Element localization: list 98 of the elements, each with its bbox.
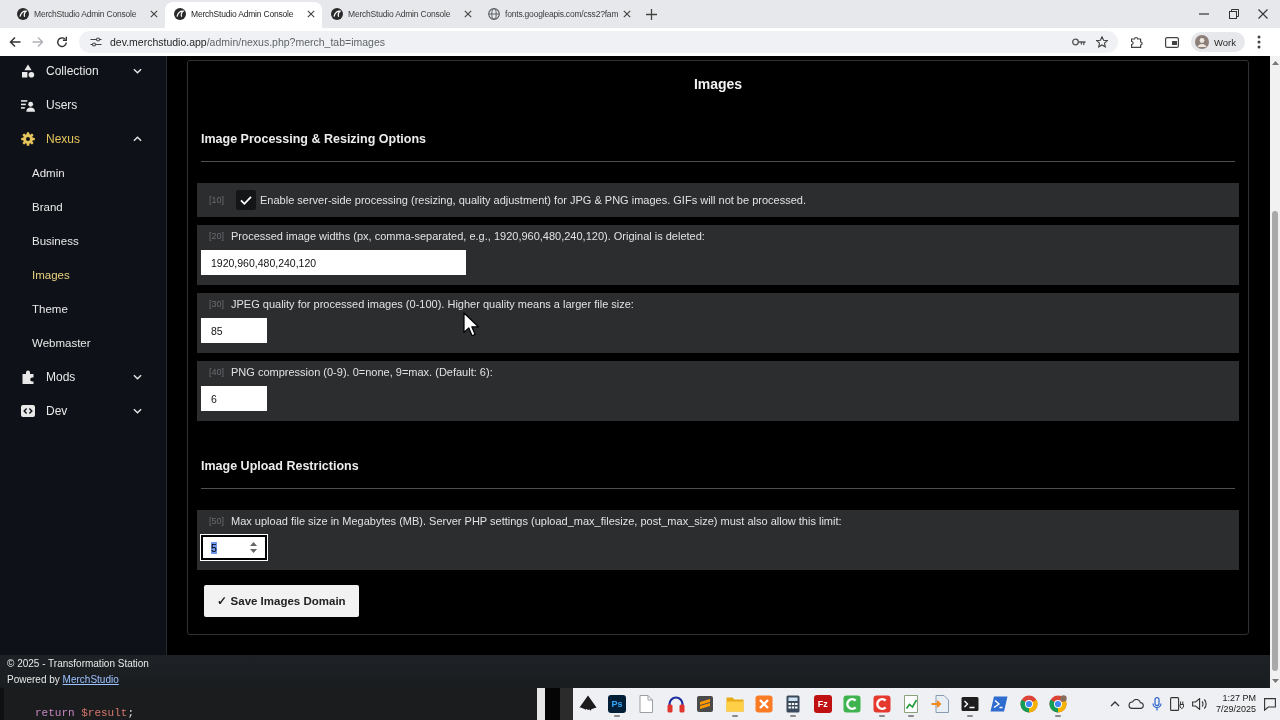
round-logo-icon [331,8,343,20]
notification-icon[interactable] [1264,697,1276,711]
setting-label: Enable server-side processing (resizing, quality adjustment) for JPG & PNG images. GIFs will not be processed. [260,193,806,207]
setting-number: [50] [209,515,224,527]
ring-logo-icon[interactable] [1019,695,1038,713]
code-icon [21,404,35,418]
shapes-icon [21,64,35,78]
scrollbar[interactable] [537,688,545,720]
puzzle-icon [21,370,35,384]
microphone-icon[interactable] [1151,697,1162,711]
spinner-icon[interactable] [250,542,257,553]
ring-logo-icon[interactable] [1048,695,1067,713]
restore-icon[interactable] [1229,9,1239,19]
terminal-icon[interactable] [960,695,979,713]
browser-tab[interactable]: MerchStudio Admin Console [165,2,322,28]
powered-by-text: Powered by MerchStudio [7,673,119,687]
scrollbar[interactable] [1270,56,1280,688]
nav-subitem[interactable]: Theme [0,292,166,326]
section-heading: Image Processing & Resizing Options [201,131,427,148]
clock-date[interactable]: 7/29/2025 [1215,704,1256,715]
setting-number: [20] [209,230,224,242]
browser-tab[interactable]: fonts.googleapis.com/css2?fam [479,2,636,28]
chevron-down-icon[interactable] [133,68,142,74]
footer-link[interactable]: MerchStudio [62,674,119,685]
app-logo[interactable]: Ps [608,695,627,713]
close-icon[interactable] [464,10,472,18]
round-logo-icon [174,8,186,20]
browser-tab[interactable]: MerchStudio Admin Console [8,2,165,28]
round-logo-icon [17,8,29,20]
avatar-icon [1195,35,1209,49]
copyright-text: © 2025 - Transformation Station [7,657,149,671]
nav-subitem[interactable]: Admin [0,156,166,190]
globe-icon [488,8,500,20]
address-bar[interactable]: dev.merchstudio.app/admin/nexus.php?merch_tab=images [79,31,1118,53]
speaker-icon[interactable] [1191,698,1208,710]
key-icon[interactable] [1072,36,1086,48]
nav-subitem[interactable]: Webmaster [0,326,166,360]
peak-icon[interactable] [578,695,597,713]
input-field[interactable]: 6 [201,386,267,411]
url-text: dev.merchstudio.app/admin/nexus.php?merch_tab=images [110,36,386,48]
input-field[interactable]: 1920,960,480,240,120 [201,250,466,275]
nav-subitem[interactable]: Business [0,224,166,258]
chevron-down-icon[interactable] [133,374,142,380]
code-line: return $result; [35,706,135,720]
nav-item[interactable]: Mods [0,360,166,394]
arc-tile-icon[interactable] [843,695,862,713]
cloud-icon[interactable] [1127,699,1144,709]
shell-prompt-icon[interactable] [990,695,1009,713]
close-icon[interactable] [307,10,315,18]
close-icon[interactable] [150,10,158,18]
settings-icon [21,132,35,146]
close-icon[interactable] [1258,9,1268,19]
device-plug-icon[interactable] [1169,697,1184,711]
chevron-up-icon[interactable] [1109,701,1120,707]
scrollbar-thumb[interactable] [1272,211,1278,671]
striped-box-icon[interactable] [696,695,715,713]
checkbox[interactable] [236,190,256,210]
input-field[interactable]: 5 [201,535,267,560]
reload-icon[interactable] [56,36,68,48]
headphones-icon[interactable] [666,695,685,713]
window-edge [545,688,573,720]
cross-tile-icon[interactable] [755,695,774,713]
chart-note-icon[interactable] [902,695,920,713]
mouse-cursor-icon [463,312,479,337]
section-heading: Image Upload Restrictions [201,458,359,475]
setting-label: JPEG quality for processed images (0-100). Higher quality means a larger file size: [231,297,634,311]
arc-tile-icon[interactable] [872,695,891,713]
more-icon[interactable] [1257,35,1261,49]
star-icon[interactable] [1096,36,1108,48]
nav-item[interactable]: Dev [0,394,166,428]
plus-icon[interactable] [646,9,657,20]
puzzle-icon[interactable] [1131,36,1143,48]
nav-item[interactable]: Collection [0,56,166,88]
scroll-up-icon[interactable] [1271,61,1279,65]
setting-label: PNG compression (0-9). 0=none, 9=max. (Default: 6): [231,365,493,379]
input-field[interactable]: 85 [201,318,267,343]
setting-number: [10] [209,194,224,206]
calculator-icon[interactable] [784,695,803,713]
document-icon[interactable] [637,695,656,713]
browser-tab[interactable]: MerchStudio Admin Console [322,2,479,28]
window-icon[interactable] [1165,35,1179,49]
clock-time[interactable]: 1:27 PM [1222,693,1256,704]
setting-label: Max upload file size in Megabytes (MB). Server PHP settings (upload_max_filesize, post_max_size) must also allow this limit: [231,514,842,528]
app-logo[interactable]: Fz [813,695,832,713]
save-button[interactable]: ✓ Save Images Domain [204,585,359,617]
close-icon[interactable] [623,10,632,18]
nav-item[interactable]: Nexus [0,122,166,156]
user-list-icon [21,98,35,112]
back-icon[interactable] [9,36,21,48]
profile-button[interactable]: Work [1191,32,1245,52]
panel-title: Images [693,75,743,94]
chevron-down-icon[interactable] [133,408,142,414]
setting-label: Processed image widths (px, comma-separated, e.g., 1920,960,480,240,120). Original is deleted: [231,229,705,243]
nav-subitem[interactable]: Images [0,258,166,292]
tune-icon[interactable] [90,36,102,48]
nav-item[interactable]: Users [0,88,166,122]
nav-subitem[interactable]: Brand [0,190,166,224]
scroll-down-icon[interactable] [1271,679,1279,683]
